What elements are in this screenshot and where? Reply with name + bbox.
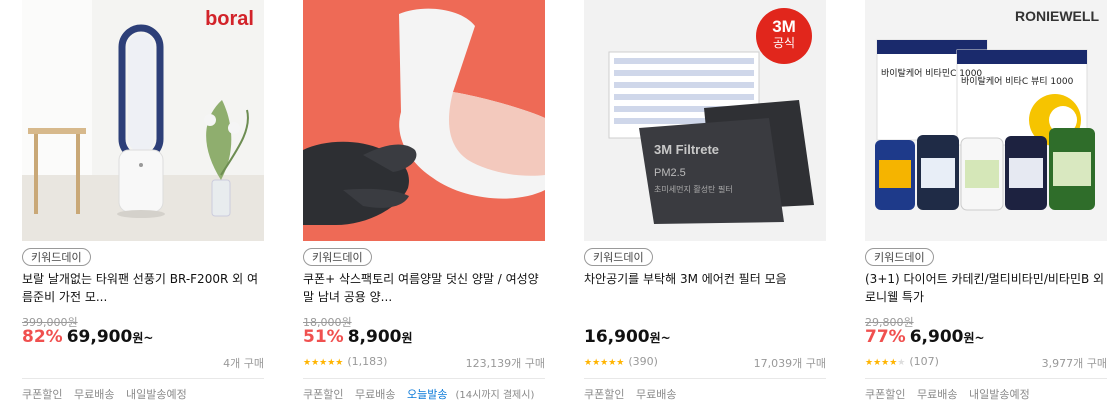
tag: 무료배송 (73, 388, 115, 401)
discount-rate: 51% (303, 327, 344, 347)
today-shipping-tag: 오늘발송 (14시까지 결제시) (407, 388, 534, 401)
tag: 무료배송 (916, 388, 958, 401)
tag: 무료배송 (354, 388, 396, 401)
sold-count: 17,039개 구매 (753, 357, 826, 370)
highlight-tag: 오늘발송 (406, 388, 448, 401)
product-title[interactable]: (3+1) 다이어트 카테킨/멀티비타민/비타민B 외 로니웰 특가 (865, 270, 1107, 306)
sale-price: 69,900 (66, 327, 133, 347)
keyword-day-badge: 키워드데이 (22, 248, 91, 266)
price-unit: 원~ (649, 331, 671, 345)
meta-row: 4개 구매 (22, 355, 264, 371)
meta-row: ★★★★★ (1,183) 123,139개 구매 (303, 355, 545, 371)
box-desc: 초미세먼지 활성탄 필터 (654, 184, 733, 194)
tag-list: 쿠폰할인 무료배송 오늘발송 (14시까지 결제시) (303, 386, 563, 402)
sold-count: 4개 구매 (223, 357, 264, 370)
price-unit: 원~ (132, 331, 154, 345)
tag: 쿠폰할인 (584, 388, 625, 401)
sale-price: 6,900 (909, 327, 964, 347)
brand-official: 공식 (772, 36, 796, 50)
keyword-day-badge: 키워드데이 (303, 248, 372, 266)
review-count[interactable]: (107) (909, 355, 939, 368)
divider (303, 378, 545, 379)
product-image[interactable]: 3M Filtrete PM2.5 초미세먼지 활성탄 필터 3M 공식 (584, 0, 826, 241)
tag-list: 쿠폰할인 무료배송 내일발송예정 (22, 386, 282, 402)
tag-list: 쿠폰할인 무료배송 내일발송예정 (865, 386, 1117, 402)
sale-price: 16,900 (584, 327, 650, 347)
tag: 내일발송예정 (968, 388, 1030, 401)
box-label: 3M Filtrete (654, 142, 719, 157)
tag: 무료배송 (635, 388, 677, 401)
sold-count: 123,139개 구매 (465, 357, 545, 370)
keyword-day-badge: 키워드데이 (865, 248, 934, 266)
product-title[interactable]: 차안공기를 부탁해 3M 에어컨 필터 모음 (584, 270, 826, 288)
price-row: 51% 8,900원 (303, 326, 413, 348)
rating-stars-icon: ★★★★★ (865, 358, 906, 368)
divider (22, 378, 264, 379)
price-row: 16,900원~ (584, 326, 671, 348)
review-count[interactable]: (390) (628, 355, 658, 368)
product-card[interactable]: 바이탈케어 비타민C 1000 바이탈케어 비타C 뷰티 1000 RONIEW… (865, 0, 1107, 411)
price-row: 82% 69,900원~ (22, 326, 153, 348)
brand-logo: boral (205, 8, 254, 30)
sale-price: 8,900 (347, 327, 402, 347)
tag-list: 쿠폰할인 무료배송 (584, 386, 844, 402)
brand-logo: RONIEWELL (1015, 8, 1099, 24)
product-image[interactable] (303, 0, 545, 241)
product-card[interactable]: boral 키워드데이 보랄 날개없는 타워팬 선풍기 BR-F200R 외 여… (22, 0, 264, 411)
review-count[interactable]: (1,183) (347, 355, 387, 368)
keyword-day-badge: 키워드데이 (584, 248, 653, 266)
product-image[interactable]: 바이탈케어 비타민C 1000 바이탈케어 비타C 뷰티 1000 RONIEW… (865, 0, 1107, 241)
tag: 내일발송예정 (125, 388, 187, 401)
highlight-note: (14시까지 결제시) (455, 390, 535, 401)
rating-stars-icon: ★★★★★ (303, 358, 344, 368)
brand-mark: 3M (772, 17, 796, 36)
product-image[interactable]: boral (22, 0, 264, 241)
box-sublabel: PM2.5 (654, 167, 686, 179)
discount-rate: 82% (22, 327, 63, 347)
product-card[interactable]: 키워드데이 쿠폰+ 삭스팩토리 여름양말 덧신 양말 / 여성양말 남녀 공용 … (303, 0, 545, 411)
product-title[interactable]: 보랄 날개없는 타워팬 선풍기 BR-F200R 외 여름준비 가전 모... (22, 270, 264, 306)
divider (584, 378, 826, 379)
product-title[interactable]: 쿠폰+ 삭스팩토리 여름양말 덧신 양말 / 여성양말 남녀 공용 양... (303, 270, 545, 306)
3m-official-icon: 3M 공식 (756, 8, 812, 64)
tag: 쿠폰할인 (303, 388, 344, 401)
divider (865, 378, 1107, 379)
meta-row: ★★★★★ (390) 17,039개 구매 (584, 355, 826, 371)
sold-count: 3,977개 구매 (1041, 357, 1107, 370)
box-text: 바이탈케어 비타C 뷰티 1000 (961, 76, 1074, 87)
price-row: 77% 6,900원~ (865, 326, 985, 348)
meta-row: ★★★★★ (107) 3,977개 구매 (865, 355, 1107, 371)
price-unit: 원 (401, 331, 413, 345)
tag: 쿠폰할인 (22, 388, 63, 401)
price-unit: 원~ (963, 331, 985, 345)
tag: 쿠폰할인 (865, 388, 906, 401)
discount-rate: 77% (865, 327, 906, 347)
product-card[interactable]: 3M Filtrete PM2.5 초미세먼지 활성탄 필터 3M 공식 키워드… (584, 0, 826, 411)
rating-stars-icon: ★★★★★ (584, 358, 625, 368)
